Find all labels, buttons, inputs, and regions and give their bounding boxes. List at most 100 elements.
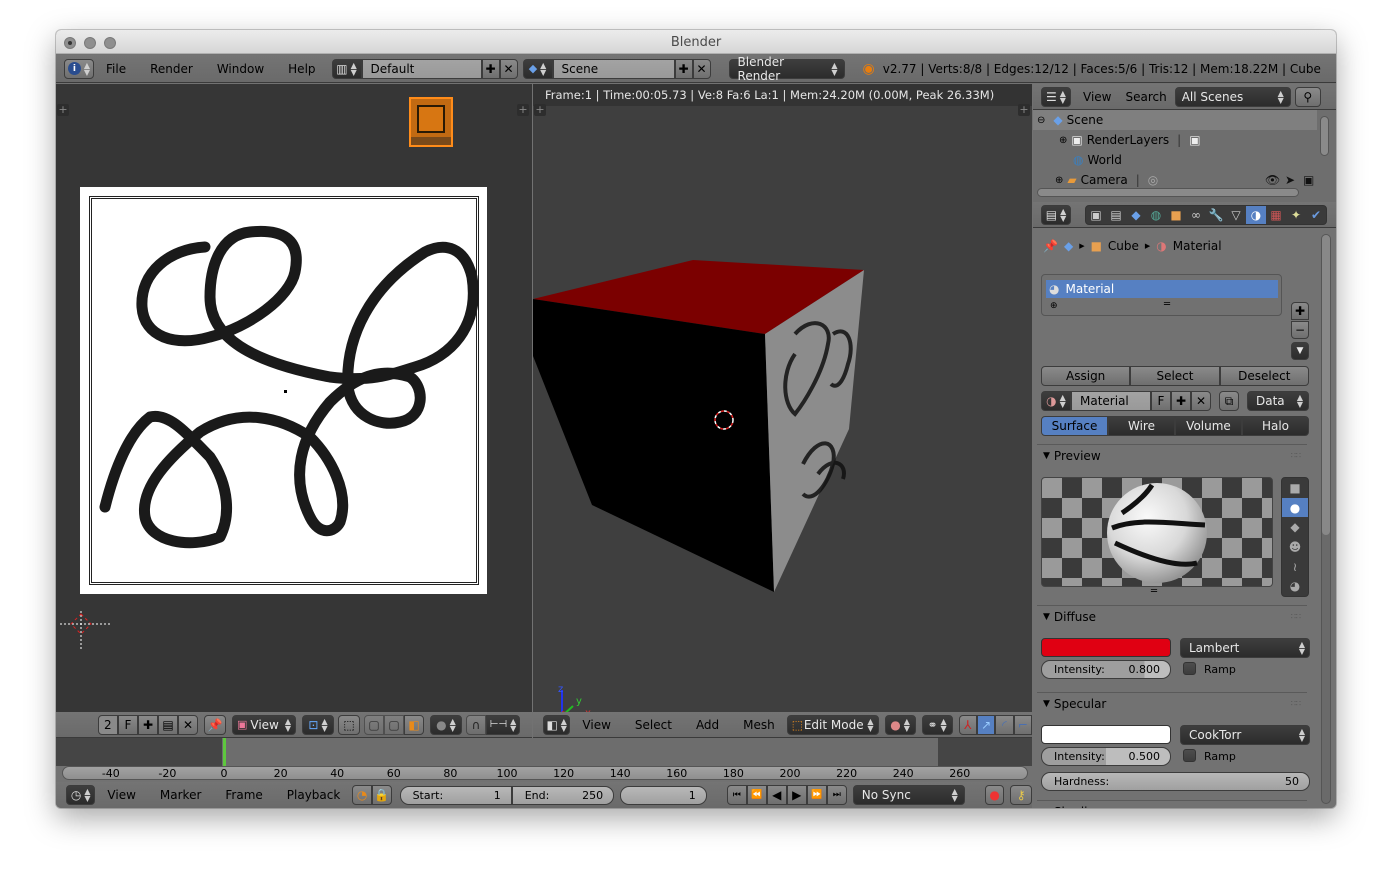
preview-range-button[interactable]: ◔ (352, 785, 372, 805)
3d-viewport[interactable]: Frame:1 | Time:00:05.73 | Ve:8 Fa:6 La:1… (533, 84, 1032, 735)
preview-resize-handle-icon[interactable]: ═ (1151, 586, 1157, 597)
unlink-material-button[interactable]: ✕ (1191, 391, 1211, 411)
current-frame-indicator[interactable] (223, 738, 226, 766)
play-button[interactable]: ▶ (786, 785, 807, 805)
tab-wire[interactable]: Wire (1108, 416, 1175, 436)
image-slot-field[interactable]: 2 (98, 714, 118, 735)
diffuse-intensity-slider[interactable]: Intensity: 0.800 (1041, 660, 1171, 679)
new-image-button[interactable]: ✚ (138, 714, 158, 735)
edge-select-button[interactable]: ▢ (384, 714, 404, 735)
menu-mesh[interactable]: Mesh (731, 718, 787, 732)
menu-window[interactable]: Window (205, 62, 276, 76)
unlink-image-button[interactable]: ✕ (178, 714, 198, 735)
particles-tab-icon[interactable]: ✦ (1286, 206, 1306, 224)
jump-to-start-button[interactable]: ⏮ (726, 785, 747, 805)
current-frame-field[interactable]: 1 (620, 785, 707, 805)
editor-type-info-button[interactable]: i ▲ ▼ (64, 58, 94, 79)
material-link-dropdown[interactable]: Data ▲ ▼ (1247, 391, 1309, 411)
display-mode-dropdown[interactable]: All Scenes ▲ ▼ (1174, 86, 1291, 107)
shading-panel-header[interactable]: ▼ Shading ∷∷ (1037, 800, 1307, 808)
expand-icon[interactable]: ⊕ (1055, 175, 1063, 186)
outliner-horizontal-scrollbar[interactable] (1037, 188, 1299, 197)
outliner-item-scene[interactable]: ⊖ ◆ Scene (1033, 110, 1317, 130)
jump-to-end-button[interactable]: ⏭ (826, 785, 847, 805)
play-reverse-button[interactable]: ◀ (766, 785, 787, 805)
rotate-manipulator-button[interactable]: ◜ (995, 714, 1014, 735)
diffuse-color-swatch[interactable] (1041, 638, 1171, 657)
material-specials-button[interactable]: ▼ (1291, 342, 1309, 360)
scene-tab-icon[interactable]: ◆ (1126, 206, 1146, 224)
screen-layout-browse-button[interactable]: ▥ ▲ ▼ (331, 58, 362, 79)
specular-panel-header[interactable]: ▼ Specular ∷∷ (1037, 692, 1307, 714)
add-material-slot-button[interactable]: ✚ (1291, 302, 1309, 320)
translate-manipulator-button[interactable]: ↗ (976, 714, 996, 735)
expand-icon[interactable]: ⊕ (1059, 135, 1067, 146)
specular-color-swatch[interactable] (1041, 725, 1171, 744)
drag-handle-icon[interactable]: ∷∷ (1291, 807, 1301, 808)
interaction-mode-dropdown[interactable]: ⬚ Edit Mode ▲ ▼ (786, 714, 879, 735)
add-scene-button[interactable]: ✚ (674, 58, 693, 79)
material-name-field[interactable]: Material (1071, 391, 1151, 411)
proportional-edit-dropdown[interactable]: ● ▲ ▼ (430, 714, 462, 735)
delete-screen-button[interactable]: ✕ (499, 58, 518, 79)
snap-element-dropdown[interactable]: ⊢⊣ ▲ ▼ (486, 714, 520, 735)
material-fake-user-button[interactable]: F (1151, 391, 1171, 411)
jump-to-previous-keyframe-button[interactable]: ⏪ (746, 785, 767, 805)
menu-view[interactable]: View (95, 788, 147, 802)
menu-marker[interactable]: Marker (148, 788, 213, 802)
preview-sky-icon[interactable]: ◕ (1282, 576, 1308, 596)
new-material-button[interactable]: ✚ (1171, 391, 1191, 411)
add-region-plus-icon[interactable]: + (57, 104, 69, 116)
preview-cube-icon[interactable]: ◆ (1282, 517, 1308, 537)
viewport-shading-dropdown[interactable]: ● ▲ ▼ (884, 714, 916, 735)
manipulator-toggle-button[interactable]: ⅄ (958, 714, 977, 735)
outliner-vertical-scrollbar[interactable] (1320, 116, 1329, 156)
preview-monkey-icon[interactable]: ☻ (1282, 537, 1308, 557)
menu-render[interactable]: Render (138, 62, 205, 76)
world-tab-icon[interactable]: ◍ (1146, 206, 1166, 224)
render-engine-dropdown[interactable]: Blender Render ▲ ▼ (728, 55, 845, 83)
preview-hair-icon[interactable]: ≀ (1282, 557, 1308, 577)
constraints-tab-link-icon[interactable]: ∞ (1186, 206, 1206, 224)
material-slot-item[interactable]: ◕ Material (1046, 280, 1278, 298)
pivot-dropdown[interactable]: ⊡ ▲ ▼ (302, 714, 334, 735)
pin-button[interactable]: 📌 (204, 714, 226, 735)
editor-type-3d-view-button[interactable]: ◧ ▲ ▼ (543, 714, 571, 735)
collapse-icon[interactable]: ⊖ (1037, 115, 1045, 126)
assign-button[interactable]: Assign (1041, 366, 1131, 386)
specular-shader-dropdown[interactable]: CookTorr ▲ ▼ (1180, 725, 1310, 745)
face-select-button[interactable]: ◧ (404, 714, 424, 735)
menu-view[interactable]: View (1071, 90, 1123, 104)
keying-set-button[interactable]: ⚷ (1010, 785, 1032, 805)
data-tab-mesh-icon[interactable]: ▽ (1226, 206, 1246, 224)
hardness-field[interactable]: Hardness: 50 (1041, 772, 1310, 791)
image-editor[interactable]: + + (56, 84, 532, 714)
add-filter-icon[interactable]: ⊕ (1050, 301, 1058, 311)
jump-to-next-keyframe-button[interactable]: ⏩ (806, 785, 827, 805)
delete-scene-button[interactable]: ✕ (692, 58, 711, 79)
add-region-plus-icon[interactable]: + (517, 104, 529, 116)
menu-view[interactable]: View (570, 718, 622, 732)
menu-search[interactable]: Search (1123, 90, 1174, 104)
outliner-item-renderlayers[interactable]: ⊕ ▣ RenderLayers | ▣ (1033, 130, 1317, 150)
menu-add[interactable]: Add (684, 718, 731, 732)
preview-sphere-icon[interactable]: ● (1282, 497, 1308, 518)
texture-tab-checker-icon[interactable]: ▦ (1266, 206, 1286, 224)
node-material-button[interactable]: ⧉ (1219, 391, 1239, 411)
timeline-track-area[interactable] (56, 738, 1032, 766)
diffuse-panel-header[interactable]: ▼ Diffuse ∷∷ (1037, 605, 1307, 627)
start-frame-field[interactable]: Start: 1 (399, 785, 512, 805)
specular-ramp-checkbox[interactable] (1183, 749, 1196, 762)
scene-browse-button[interactable]: ◆ ▲ ▼ (522, 58, 553, 79)
tab-volume[interactable]: Volume (1175, 416, 1242, 436)
render-camera-icon[interactable]: ▣ (1303, 173, 1314, 187)
material-browse-button[interactable]: ◑ ▲ ▼ (1041, 391, 1071, 411)
modifiers-tab-wrench-icon[interactable]: 🔧 (1206, 206, 1226, 224)
lock-range-button[interactable]: 🔒 (371, 785, 392, 805)
image-canvas[interactable] (80, 187, 487, 594)
scale-manipulator-button[interactable]: ⌐ (1013, 714, 1032, 735)
deselect-button[interactable]: Deselect (1219, 366, 1309, 386)
editor-type-properties-button[interactable]: ▤ ▲ ▼ (1041, 204, 1071, 225)
menu-frame[interactable]: Frame (213, 788, 274, 802)
menu-playback[interactable]: Playback (275, 788, 353, 802)
